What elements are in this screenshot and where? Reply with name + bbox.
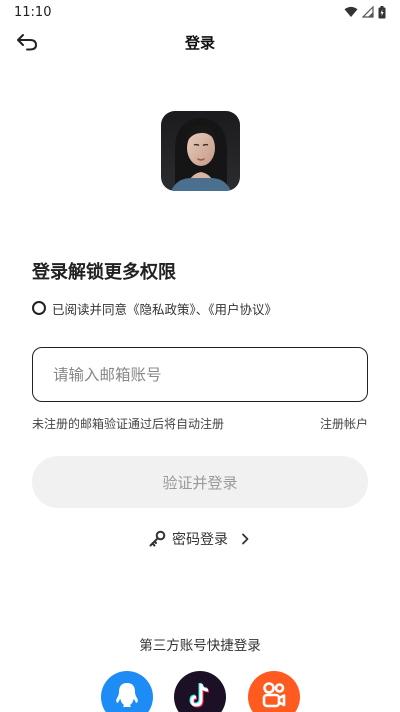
agreement-text[interactable]: 已阅读并同意《隐私政策》、《用户协议》 <box>52 299 277 318</box>
email-input[interactable] <box>32 347 368 402</box>
kuaishou-login-button[interactable] <box>248 671 300 712</box>
register-link[interactable]: 注册帐户 <box>320 415 368 432</box>
douyin-icon <box>189 682 210 708</box>
status-bar: 11:10 <box>0 0 400 24</box>
page-title: 登录 <box>184 34 215 52</box>
agree-radio[interactable] <box>32 301 46 315</box>
chevron-right-icon <box>242 533 249 545</box>
password-login-label: 密码登录 <box>172 532 228 548</box>
auto-register-hint: 未注册的邮箱验证通过后将自动注册 <box>32 417 225 431</box>
kuaishou-icon <box>262 682 286 708</box>
app-logo <box>161 111 240 191</box>
qq-login-button[interactable] <box>101 671 153 712</box>
agreement-row: 已阅读并同意《隐私政策》、《用户协议》 <box>32 298 277 318</box>
verify-login-button[interactable]: 验证并登录 <box>32 456 368 508</box>
app-bar: 登录 <box>0 24 400 60</box>
battery-icon <box>378 5 386 18</box>
avatar-portrait-icon <box>161 111 240 191</box>
status-icons <box>344 5 386 19</box>
third-party-title: 第三方账号快捷登录 <box>139 638 261 654</box>
signal-icon <box>362 6 374 18</box>
douyin-login-button[interactable] <box>174 671 226 712</box>
password-login-link[interactable]: 密码登录 <box>0 528 400 550</box>
qq-icon <box>116 683 138 707</box>
wifi-icon <box>344 6 358 17</box>
hint-row: 未注册的邮箱验证通过后将自动注册 注册帐户 <box>32 415 368 432</box>
key-icon <box>149 530 166 547</box>
status-time: 11:10 <box>14 4 52 20</box>
headline: 登录解锁更多权限 <box>32 262 176 283</box>
